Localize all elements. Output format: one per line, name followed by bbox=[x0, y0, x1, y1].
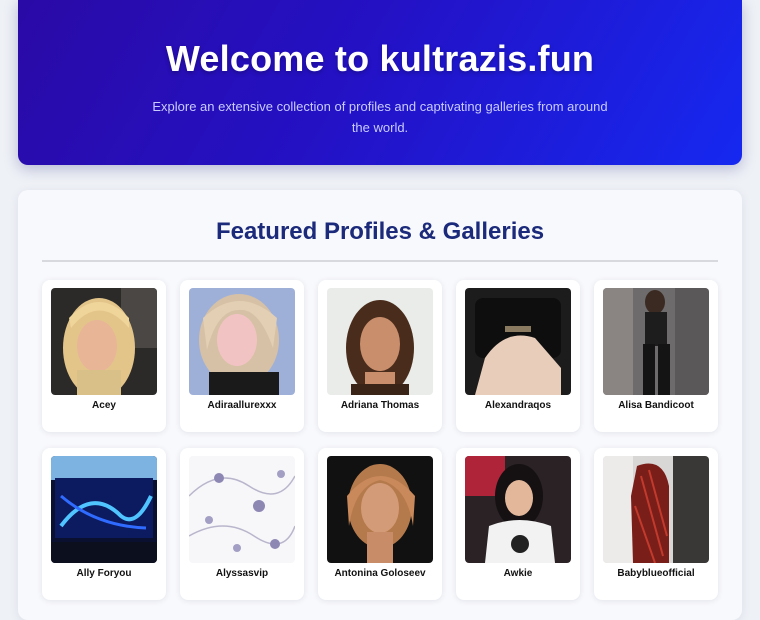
profile-card-ally-foryou[interactable]: Ally Foryou bbox=[42, 448, 166, 600]
profile-photo[interactable] bbox=[603, 456, 709, 563]
profile-name[interactable]: Awkie bbox=[458, 568, 578, 579]
profile-photo[interactable] bbox=[189, 288, 295, 395]
featured-section: Featured Profiles & Galleries Acey Adira… bbox=[18, 190, 742, 620]
profile-card-acey[interactable]: Acey bbox=[42, 280, 166, 432]
profile-name[interactable]: Acey bbox=[44, 400, 164, 411]
profile-photo[interactable] bbox=[465, 456, 571, 563]
section-heading: Featured Profiles & Galleries bbox=[215, 218, 545, 245]
hero-subtitle: Explore an extensive collection of profi… bbox=[152, 99, 608, 135]
profile-grid: Acey Adiraallurexxx Adriana Thomas Alexa… bbox=[42, 280, 718, 600]
profile-card-antonina-goloseev[interactable]: Antonina Goloseev bbox=[318, 448, 442, 600]
profile-card-alyssasvip[interactable]: Alyssasvip bbox=[180, 448, 304, 600]
profile-photo[interactable] bbox=[51, 288, 157, 395]
profile-photo[interactable] bbox=[327, 456, 433, 563]
hero-banner: Welcome to kultrazis.fun Explore an exte… bbox=[18, 0, 742, 165]
profile-name[interactable]: Babyblueofficial bbox=[596, 568, 716, 579]
section-divider bbox=[42, 260, 718, 262]
profile-photo[interactable] bbox=[465, 288, 571, 395]
profile-card-babyblueofficial[interactable]: Babyblueofficial bbox=[594, 448, 718, 600]
profile-name[interactable]: Alisa Bandicoot bbox=[596, 400, 716, 411]
profile-name[interactable]: Alexandraqos bbox=[458, 400, 578, 411]
profile-card-adriana-thomas[interactable]: Adriana Thomas bbox=[318, 280, 442, 432]
profile-name[interactable]: Alyssasvip bbox=[182, 568, 302, 579]
profile-card-awkie[interactable]: Awkie bbox=[456, 448, 580, 600]
profile-photo[interactable] bbox=[189, 456, 295, 563]
profile-photo[interactable] bbox=[327, 288, 433, 395]
profile-name[interactable]: Ally Foryou bbox=[44, 568, 164, 579]
profile-name[interactable]: Adriana Thomas bbox=[320, 400, 440, 411]
profile-photo[interactable] bbox=[51, 456, 157, 563]
profile-name[interactable]: Antonina Goloseev bbox=[320, 568, 440, 579]
profile-card-alexandraqos[interactable]: Alexandraqos bbox=[456, 280, 580, 432]
profile-name[interactable]: Adiraallurexxx bbox=[182, 400, 302, 411]
profile-card-alisa-bandicoot[interactable]: Alisa Bandicoot bbox=[594, 280, 718, 432]
profile-card-adiraallurexxx[interactable]: Adiraallurexxx bbox=[180, 280, 304, 432]
hero-title: Welcome to kultrazis.fun bbox=[165, 38, 595, 79]
profile-photo[interactable] bbox=[603, 288, 709, 395]
